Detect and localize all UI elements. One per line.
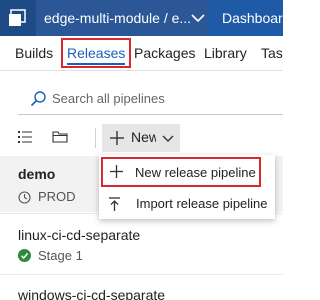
- tab-releases[interactable]: Releases: [61, 38, 132, 68]
- search-input[interactable]: [52, 88, 272, 108]
- plus-icon: [110, 131, 124, 145]
- pipeline-list-item[interactable]: windows-ci-cd-separate: [0, 275, 283, 300]
- hub-tabs: Builds Releases Packages Library Task: [0, 36, 283, 71]
- top-bar: edge-multi-module / e... Dashboard: [0, 0, 283, 36]
- toolbar-divider: [95, 128, 96, 148]
- new-release-pipeline-menu-item[interactable]: New release pipeline: [101, 157, 261, 187]
- success-check-icon: [18, 249, 31, 262]
- pipeline-list-item[interactable]: linux-ci-cd-separate Stage 1: [0, 214, 283, 270]
- new-button[interactable]: New: [102, 124, 160, 152]
- tab-builds[interactable]: Builds: [15, 36, 53, 70]
- menu-item-label: New release pipeline: [135, 165, 256, 180]
- new-menu: New release pipeline Import release pipe…: [99, 155, 275, 219]
- pipeline-name: demo: [18, 166, 56, 182]
- import-release-pipeline-menu-item[interactable]: Import release pipeline: [99, 189, 275, 221]
- project-switcher-chevron[interactable]: [188, 0, 208, 36]
- pipeline-last-release-status: Stage 1: [38, 248, 83, 263]
- pipeline-search[interactable]: [18, 84, 283, 115]
- plus-icon: [110, 165, 123, 178]
- chevron-down-icon: [162, 135, 174, 142]
- search-icon: [30, 91, 46, 107]
- tab-task-groups[interactable]: Task: [261, 36, 283, 70]
- new-button-label: New: [131, 129, 160, 145]
- folder-view-icon[interactable]: [52, 130, 68, 144]
- clock-icon: [18, 191, 31, 204]
- tab-packages[interactable]: Packages: [134, 36, 195, 70]
- list-view-icon[interactable]: [18, 130, 32, 144]
- project-avatar[interactable]: [0, 0, 36, 36]
- release-pipelines-screen: edge-multi-module / e... Dashboard Build…: [0, 0, 283, 300]
- chevron-down-icon: [191, 14, 205, 23]
- pipeline-name: linux-ci-cd-separate: [18, 227, 141, 243]
- project-name[interactable]: edge-multi-module / e...: [44, 0, 191, 36]
- menu-item-label: Import release pipeline: [136, 196, 268, 211]
- import-icon: [109, 197, 120, 211]
- dashboards-tab[interactable]: Dashboard: [208, 0, 283, 36]
- pipeline-name: windows-ci-cd-separate: [18, 287, 166, 300]
- project-icon: [9, 9, 26, 26]
- pipeline-last-release-status: PROD: [38, 189, 76, 204]
- tab-library[interactable]: Library: [204, 36, 247, 70]
- new-button-dropdown[interactable]: [156, 124, 180, 152]
